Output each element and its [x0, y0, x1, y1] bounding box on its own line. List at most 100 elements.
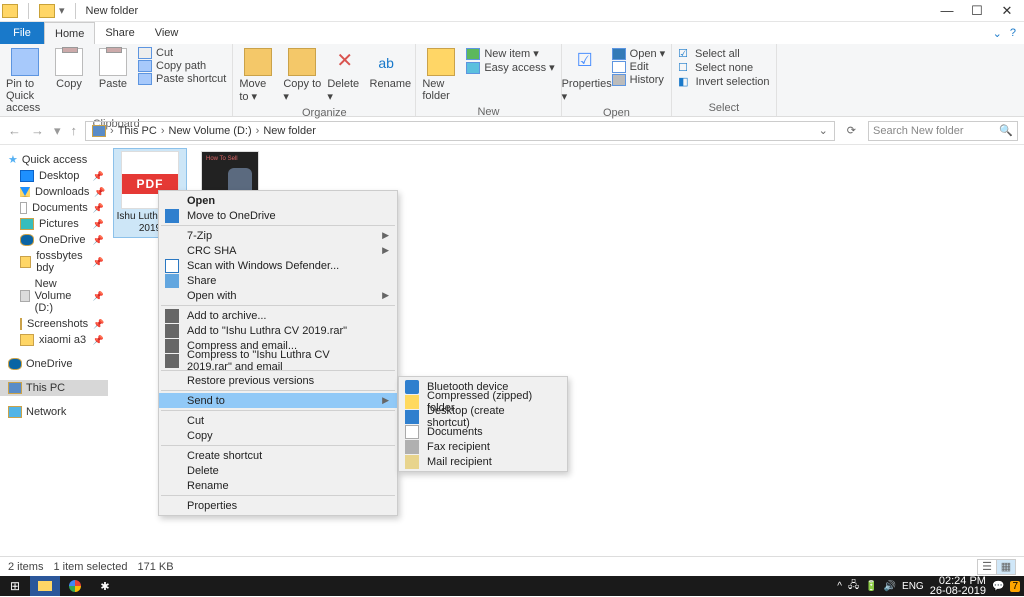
ctx-create-shortcut[interactable]: Create shortcut [159, 448, 397, 463]
open-button[interactable]: Open ▾ [612, 47, 666, 60]
start-button[interactable] [0, 576, 30, 596]
chevron-down-icon[interactable]: ⌄ [819, 124, 828, 137]
ctx-scan-defender[interactable]: Scan with Windows Defender... [159, 258, 397, 273]
ribbon-help[interactable]: ⌄? [991, 22, 1024, 44]
paste-shortcut-button[interactable]: Paste shortcut [138, 73, 226, 85]
folder-icon [2, 4, 18, 18]
breadcrumb-item[interactable]: New folder [263, 125, 316, 137]
taskbar-explorer[interactable] [30, 576, 60, 596]
tray-lang[interactable]: ENG [902, 581, 924, 592]
title-bar: ▾ New folder — ☐ ✕ [0, 0, 1024, 22]
sidebar-item-fossbytes[interactable]: fossbytes bdy📌 [0, 248, 108, 276]
copy-path-button[interactable]: Copy path [138, 60, 226, 72]
ribbon: Pin to Quick access Copy Paste Cut Copy … [0, 44, 1024, 117]
ctx-delete[interactable]: Delete [159, 463, 397, 478]
ctx-restore-previous[interactable]: Restore previous versions [159, 373, 397, 388]
up-button[interactable]: ↑ [69, 123, 80, 138]
recent-button[interactable]: ▾ [52, 123, 63, 139]
sidebar-onedrive[interactable]: OneDrive [0, 356, 108, 372]
view-thumbnails-button[interactable]: ▦ [996, 559, 1016, 575]
tray-battery-icon[interactable]: 🔋 [865, 581, 877, 592]
minimize-button[interactable]: — [932, 0, 962, 22]
tray-clock[interactable]: 02:24 PM26-08-2019 [930, 576, 986, 596]
move-to-button[interactable]: Move to ▾ [237, 46, 279, 105]
sendto-desktop[interactable]: Desktop (create shortcut) [399, 409, 567, 424]
ctx-7zip[interactable]: 7-Zip▶ [159, 228, 397, 243]
sidebar-item-desktop[interactable]: Desktop📌 [0, 168, 108, 184]
delete-button[interactable]: Delete ▾ [325, 46, 367, 105]
sidebar-item-onedrive[interactable]: OneDrive📌 [0, 232, 108, 248]
sendto-mail[interactable]: Mail recipient [399, 454, 567, 469]
close-button[interactable]: ✕ [992, 0, 1022, 22]
properties-button[interactable]: Properties ▾ [566, 46, 608, 105]
ctx-add-to-rar[interactable]: Add to "Ishu Luthra CV 2019.rar" [159, 323, 397, 338]
tab-home[interactable]: Home [44, 22, 95, 44]
new-folder-button[interactable]: New folder [420, 46, 462, 104]
tray-caret-icon[interactable]: ^ [837, 581, 842, 592]
group-new-label: New [420, 104, 556, 118]
tab-file[interactable]: File [0, 22, 44, 44]
invert-selection-button[interactable]: ◧Invert selection [678, 75, 769, 88]
tab-share[interactable]: Share [95, 22, 144, 44]
breadcrumb[interactable]: › This PC› New Volume (D:)› New folder ⌄ [85, 121, 835, 141]
ctx-properties[interactable]: Properties [159, 498, 397, 513]
context-menu: Open Move to OneDrive 7-Zip▶ CRC SHA▶ Sc… [158, 190, 398, 516]
maximize-button[interactable]: ☐ [962, 0, 992, 22]
sidebar-item-downloads[interactable]: Downloads📌 [0, 184, 108, 200]
back-button[interactable]: ← [6, 123, 23, 138]
search-input[interactable]: Search New folder 🔍 [868, 121, 1018, 141]
edit-button[interactable]: Edit [612, 61, 666, 73]
history-button[interactable]: History [612, 74, 666, 86]
ctx-open-with[interactable]: Open with▶ [159, 288, 397, 303]
ctx-cut[interactable]: Cut [159, 413, 397, 428]
sidebar-network[interactable]: Network [0, 404, 108, 420]
sidebar-item-documents[interactable]: Documents📌 [0, 200, 108, 216]
nav-sidebar: ★Quick access Desktop📌 Downloads📌 Docume… [0, 145, 108, 556]
paste-button[interactable]: Paste [92, 46, 134, 92]
forward-button[interactable]: → [29, 123, 46, 138]
sidebar-item-newvolume[interactable]: New Volume (D:)📌 [0, 276, 108, 316]
ctx-rename[interactable]: Rename [159, 478, 397, 493]
taskbar-chrome[interactable] [60, 576, 90, 596]
ctx-crc-sha[interactable]: CRC SHA▶ [159, 243, 397, 258]
sidebar-item-pictures[interactable]: Pictures📌 [0, 216, 108, 232]
tray-notifications-icon[interactable]: 💬 [992, 581, 1004, 592]
easy-access-button[interactable]: Easy access ▾ [466, 61, 554, 74]
copy-button[interactable]: Copy [48, 46, 90, 92]
sidebar-quick-access[interactable]: ★Quick access [0, 151, 108, 168]
group-open-label: Open [566, 105, 668, 119]
tray-volume-icon[interactable]: 🔊 [884, 581, 896, 592]
pin-quick-access-button[interactable]: Pin to Quick access [4, 46, 46, 116]
status-size: 171 KB [137, 561, 173, 573]
ctx-share[interactable]: Share [159, 273, 397, 288]
pc-icon [92, 125, 106, 137]
sendto-documents[interactable]: Documents [399, 424, 567, 439]
ctx-copy[interactable]: Copy [159, 428, 397, 443]
sendto-fax[interactable]: Fax recipient [399, 439, 567, 454]
sidebar-item-screenshots[interactable]: Screenshots📌 [0, 316, 108, 332]
ctx-add-archive[interactable]: Add to archive... [159, 308, 397, 323]
copy-to-button[interactable]: Copy to ▾ [281, 46, 323, 105]
ctx-move-onedrive[interactable]: Move to OneDrive [159, 208, 397, 223]
cut-button[interactable]: Cut [138, 47, 226, 59]
tab-view[interactable]: View [145, 22, 189, 44]
search-placeholder: Search New folder [873, 125, 964, 137]
ctx-compress-to[interactable]: Compress to "Ishu Luthra CV 2019.rar" an… [159, 353, 397, 368]
refresh-button[interactable]: ⟳ [841, 124, 862, 137]
breadcrumb-item[interactable]: New Volume (D:) [169, 125, 252, 137]
new-item-button[interactable]: New item ▾ [466, 47, 554, 60]
ctx-send-to[interactable]: Send to▶ [159, 393, 397, 408]
rename-button[interactable]: Rename [369, 46, 411, 92]
ctx-open[interactable]: Open [159, 193, 397, 208]
sidebar-this-pc[interactable]: This PC [0, 380, 108, 396]
chevron-down-icon[interactable]: ▾ [59, 4, 65, 17]
nav-bar: ← → ▾ ↑ › This PC› New Volume (D:)› New … [0, 117, 1024, 145]
view-details-button[interactable]: ☰ [977, 559, 997, 575]
tray-network-icon[interactable]: 🖧 [848, 578, 859, 595]
sidebar-item-xiaomi[interactable]: xiaomi a3📌 [0, 332, 108, 348]
taskbar-slack[interactable] [90, 576, 120, 596]
tray-badge[interactable]: 7 [1010, 581, 1020, 592]
select-all-button[interactable]: ☑Select all [678, 47, 769, 60]
select-none-button[interactable]: ☐Select none [678, 61, 769, 74]
breadcrumb-item[interactable]: This PC [118, 125, 157, 137]
